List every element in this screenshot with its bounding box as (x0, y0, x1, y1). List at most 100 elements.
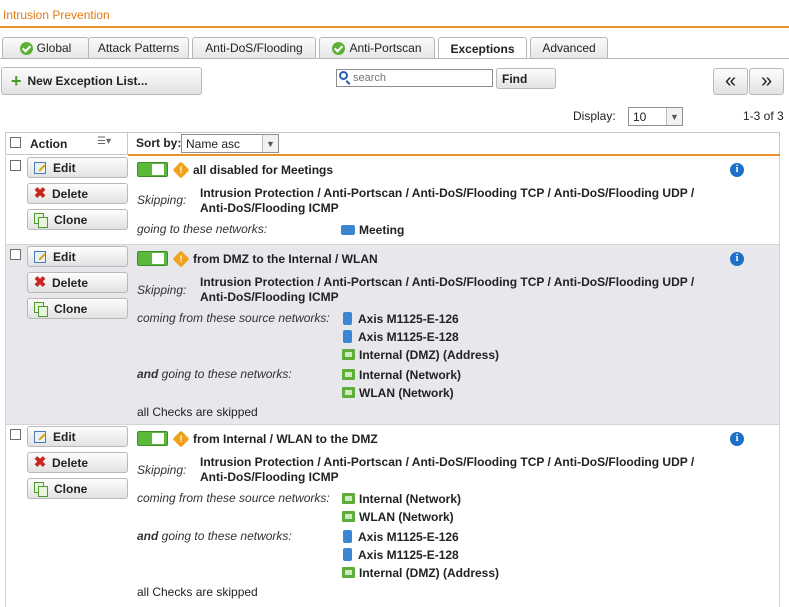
info-icon[interactable]: i (730, 163, 744, 177)
double-chevron-left-icon: « (724, 70, 737, 92)
enabled-toggle[interactable] (137, 162, 168, 177)
clone-icon (34, 213, 48, 228)
warning-icon: ! (172, 250, 190, 268)
skipping-label: Skipping: (137, 463, 187, 477)
row-title: from Internal / WLAN to the DMZ (193, 432, 378, 446)
tab-label: Advanced (542, 41, 596, 55)
find-button[interactable]: Find (496, 68, 556, 89)
delete-icon: ✖ (33, 273, 47, 291)
tab-label: Attack Patterns (97, 41, 180, 55)
row-divider (5, 424, 780, 425)
edit-button[interactable]: Edit (27, 426, 128, 447)
warning-icon: ! (172, 161, 190, 179)
skipping-label: Skipping: (137, 283, 187, 297)
edit-icon (34, 430, 46, 443)
row-title: all disabled for Meetings (193, 163, 334, 177)
edit-label: Edit (53, 429, 76, 444)
new-button-label: New Exception List... (27, 74, 148, 88)
tab-label: Anti-Portscan (349, 41, 422, 55)
next-page-button[interactable]: » (749, 68, 784, 95)
search-input[interactable] (336, 69, 493, 87)
chevron-down-icon: ▼ (666, 108, 682, 125)
delete-icon: ✖ (33, 184, 47, 202)
destination-label: and going to these networks: (137, 367, 292, 381)
network-group-icon (341, 225, 355, 235)
check-icon (19, 41, 33, 55)
network-item: Meeting (341, 223, 404, 237)
network-item: Internal (DMZ) (Address) (342, 566, 499, 580)
clone-icon (34, 302, 48, 317)
row-checkbox[interactable] (10, 249, 21, 260)
network-icon (342, 369, 355, 380)
network-item: Internal (DMZ) (Address) (342, 348, 499, 362)
sort-value: Name asc (186, 136, 241, 151)
row-checkbox[interactable] (10, 429, 21, 440)
info-icon[interactable]: i (730, 432, 744, 446)
row-checkbox[interactable] (10, 160, 21, 171)
device-icon (343, 548, 352, 561)
edit-button[interactable]: Edit (27, 246, 128, 267)
tab-label: Exceptions (450, 41, 515, 56)
find-button-label: Find (502, 71, 528, 86)
delete-label: Delete (52, 186, 89, 201)
delete-button[interactable]: ✖ Delete (27, 183, 128, 204)
network-icon (342, 567, 355, 578)
destination-label: going to these networks: (137, 222, 268, 236)
edit-label: Edit (53, 249, 76, 264)
clone-label: Clone (54, 301, 88, 316)
edit-label: Edit (53, 160, 76, 175)
prev-page-button[interactable]: « (713, 68, 748, 95)
delete-button[interactable]: ✖ Delete (27, 452, 128, 473)
device-icon (343, 530, 352, 543)
action-column-header: Action (30, 137, 68, 151)
display-count-select[interactable]: 10 ▼ (628, 107, 683, 126)
double-chevron-right-icon: » (760, 70, 773, 92)
clone-button[interactable]: Clone (27, 298, 128, 319)
sort-label: Sort by: (136, 136, 182, 150)
edit-icon (34, 250, 46, 263)
info-icon[interactable]: i (730, 252, 744, 266)
tab-advanced[interactable]: Advanced (530, 37, 608, 58)
enabled-toggle[interactable] (137, 251, 168, 266)
display-count-value: 10 (633, 109, 647, 124)
row-divider (5, 244, 780, 245)
device-icon (343, 312, 352, 325)
clone-button[interactable]: Clone (27, 209, 128, 230)
tab-exceptions[interactable]: Exceptions (438, 37, 527, 59)
row-title: from DMZ to the Internal / WLAN (193, 252, 378, 266)
source-label: coming from these source networks: (137, 491, 330, 505)
network-item: Axis M1125-E-128 (343, 330, 459, 344)
skipping-value: Intrusion Protection / Anti-Portscan / A… (200, 275, 695, 304)
clone-icon (34, 482, 48, 497)
enabled-toggle[interactable] (137, 431, 168, 446)
network-item: Axis M1125-E-128 (343, 548, 459, 562)
tab-anti-portscan[interactable]: Anti-Portscan (319, 37, 435, 58)
delete-button[interactable]: ✖ Delete (27, 272, 128, 293)
warning-icon: ! (172, 430, 190, 448)
plus-icon: + (11, 71, 22, 91)
chevron-down-icon: ▼ (262, 135, 278, 152)
sort-select[interactable]: Name asc ▼ (181, 134, 279, 153)
pagination-range: 1-3 of 3 (743, 109, 784, 123)
table-border-left (5, 156, 6, 607)
tab-global[interactable]: Global (2, 37, 89, 58)
network-item: WLAN (Network) (342, 386, 454, 400)
skipping-value: Intrusion Protection / Anti-Portscan / A… (200, 455, 695, 484)
clone-label: Clone (54, 212, 88, 227)
select-all-checkbox[interactable] (10, 137, 21, 148)
column-menu-icon[interactable]: ☰▾ (97, 136, 119, 150)
network-item: Axis M1125-E-126 (343, 530, 459, 544)
clone-button[interactable]: Clone (27, 478, 128, 499)
tab-label: Anti-DoS/Flooding (205, 41, 303, 55)
clone-label: Clone (54, 481, 88, 496)
delete-label: Delete (52, 455, 89, 470)
tab-attack-patterns[interactable]: Attack Patterns (88, 37, 189, 58)
network-icon (342, 493, 355, 504)
new-exception-list-button[interactable]: + New Exception List... (1, 67, 202, 95)
edit-button[interactable]: Edit (27, 157, 128, 178)
device-icon (343, 330, 352, 343)
tab-anti-dos-flooding[interactable]: Anti-DoS/Flooding (192, 37, 316, 58)
network-item: WLAN (Network) (342, 510, 454, 524)
search-icon (339, 71, 348, 80)
network-icon (342, 349, 355, 360)
